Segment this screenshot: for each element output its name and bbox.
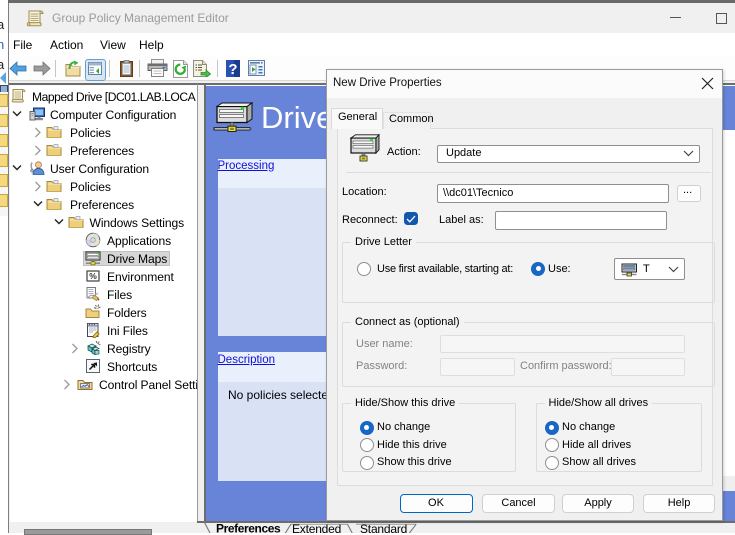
svg-text:Preferences: Preferences [216, 522, 281, 534]
svg-text:Extended: Extended [292, 522, 341, 533]
svg-text:Standard: Standard [360, 522, 407, 533]
svg-text:?: ? [228, 61, 237, 77]
svg-text:%: % [89, 271, 97, 281]
